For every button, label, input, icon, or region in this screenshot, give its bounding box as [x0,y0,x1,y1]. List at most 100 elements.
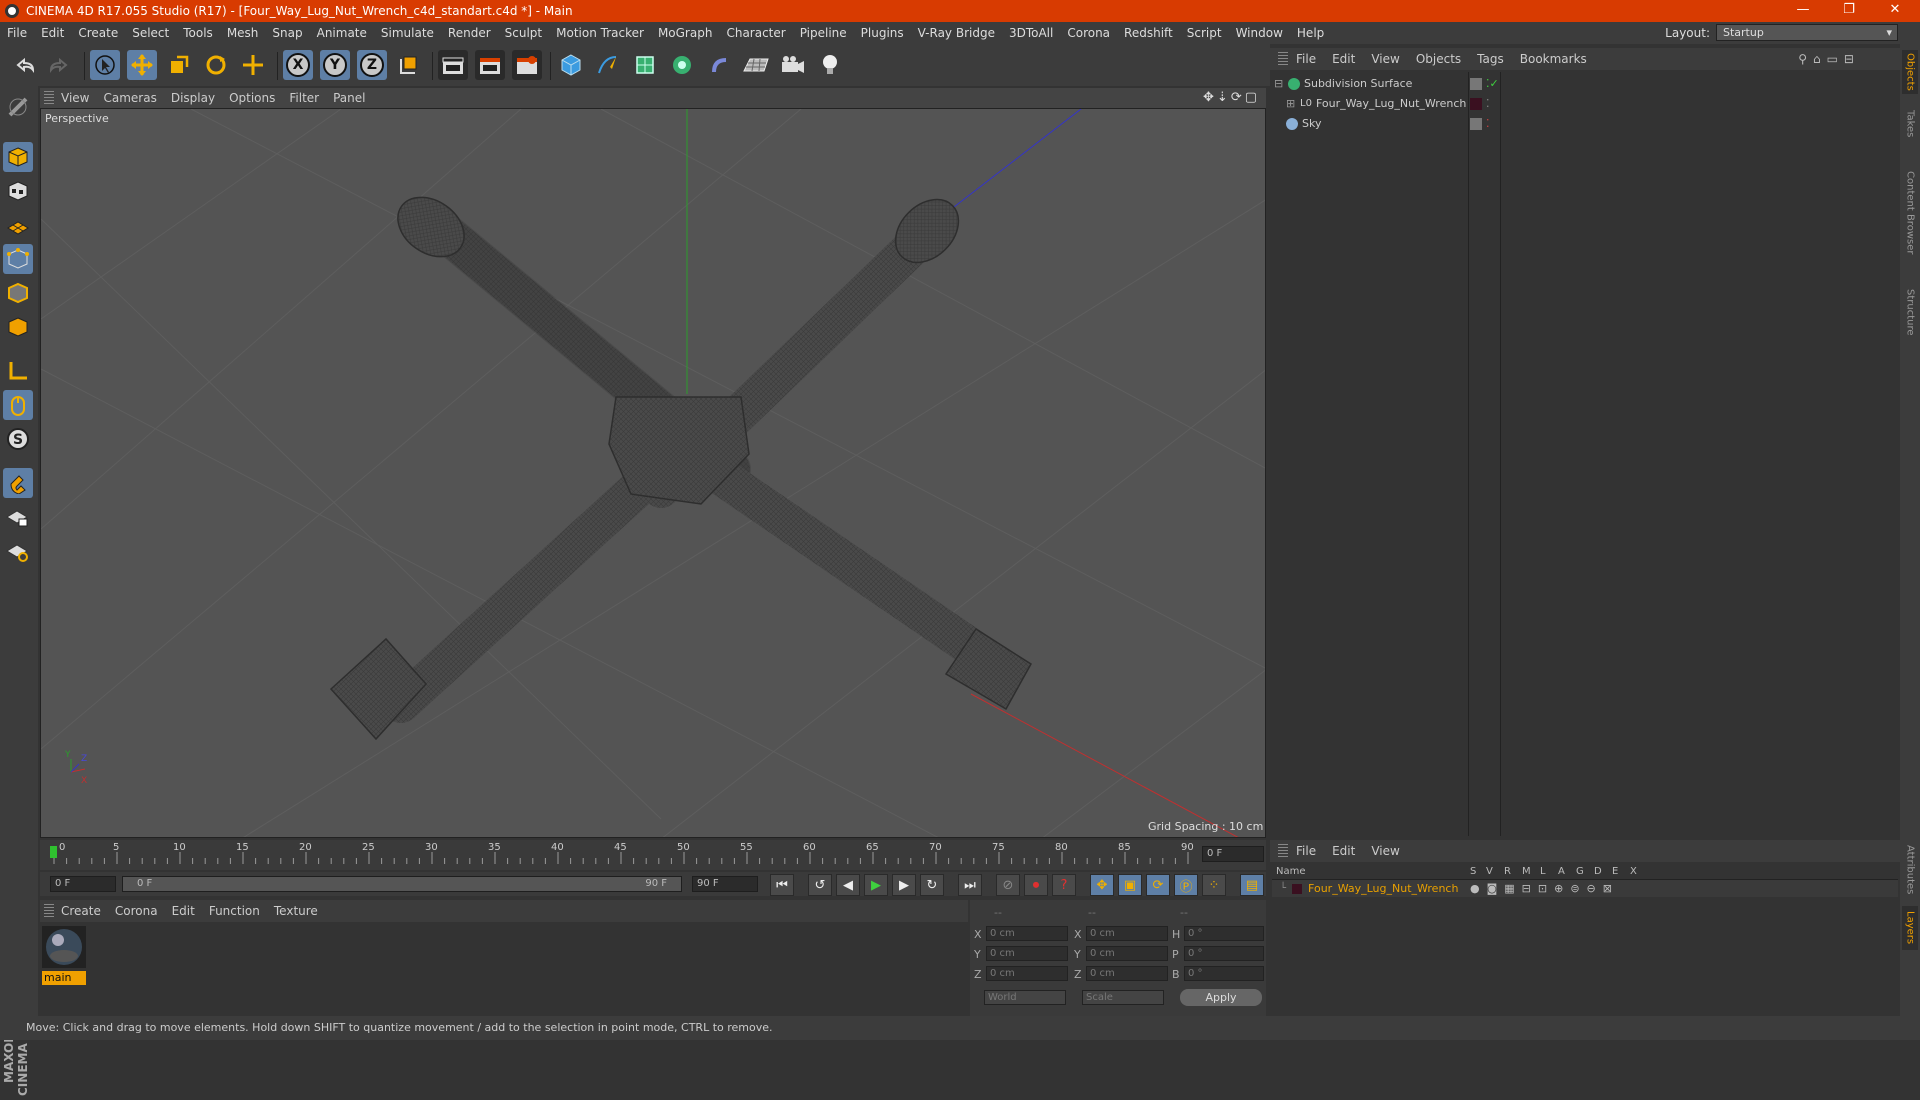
coordinate-mode-select[interactable]: World [984,990,1066,1005]
close-button[interactable]: ✕ [1872,0,1918,22]
render-settings-button[interactable] [512,50,542,80]
menu-vray-bridge[interactable]: V-Ray Bridge [911,26,1002,40]
layers-menu-file[interactable]: File [1288,844,1324,858]
tab-attributes[interactable]: Attributes [1902,840,1918,900]
material-menu-corona[interactable]: Corona [108,904,165,918]
tab-objects[interactable]: Objects [1902,50,1918,94]
panel-grip[interactable] [1278,52,1288,66]
layers-menu-view[interactable]: View [1363,844,1407,858]
panel-grip[interactable] [44,91,54,105]
3d-viewport[interactable]: Y Z X [40,108,1266,838]
scale-tool-button[interactable] [164,50,194,80]
menu-snap[interactable]: Snap [265,26,309,40]
rotate-tool-button[interactable] [201,50,231,80]
menu-character[interactable]: Character [719,26,792,40]
panel-grip[interactable] [1278,844,1288,858]
tab-takes[interactable]: Takes [1902,104,1918,144]
record-rotation-button[interactable]: ⟳ [1146,874,1170,896]
menu-simulate[interactable]: Simulate [374,26,441,40]
autokeying-button[interactable]: ? [1052,874,1076,896]
play-button[interactable]: ▶ [864,874,888,896]
apply-button[interactable]: Apply [1180,989,1262,1006]
add-light-button[interactable] [815,50,845,80]
timeline-playhead[interactable] [50,846,57,858]
timeline-ruler[interactable]: 0 5 10 15 20 25 30 35 40 45 50 55 60 65 … [40,840,1266,870]
objects-menu-edit[interactable]: Edit [1324,52,1363,66]
axis-mode-button[interactable] [3,356,33,386]
layer-tag-icon[interactable] [1470,77,1482,90]
previous-frame-button[interactable]: ◀ [836,874,860,896]
menu-corona[interactable]: Corona [1060,26,1117,40]
objects-menu-bookmarks[interactable]: Bookmarks [1512,52,1595,66]
record-keys-button[interactable]: ⏺ [1024,874,1048,896]
tab-content-browser[interactable]: Content Browser [1902,148,1918,278]
object-row-four-way-lug-nut-wrench[interactable]: ⊞ L0 Four_Way_Lug_Nut_Wrench ⁚ [1272,94,1898,113]
restore-button[interactable]: ❐ [1826,0,1872,22]
start-frame-field[interactable]: 0 F [50,876,116,892]
coordinate-system-button[interactable] [394,50,424,80]
undo-button[interactable] [10,50,40,80]
collapse-icon[interactable]: ⊟ [1274,77,1284,90]
next-frame-button[interactable]: ▶ [892,874,916,896]
layer-color-swatch[interactable] [1292,883,1303,894]
viewport-menu-filter[interactable]: Filter [282,91,326,105]
tweak-mode-button[interactable] [3,390,33,420]
material-menu-create[interactable]: Create [54,904,108,918]
material-swatch-main[interactable]: main [42,926,86,986]
layer-col-s[interactable]: S [1470,866,1476,877]
menu-motion-tracker[interactable]: Motion Tracker [549,26,651,40]
record-parameter-button[interactable]: Ⓟ [1174,874,1198,896]
planar-workplane-button[interactable] [3,536,33,566]
material-menu-edit[interactable]: Edit [165,904,202,918]
layer-col-x[interactable]: X [1630,866,1637,877]
record-scale-button[interactable]: ▣ [1118,874,1142,896]
edges-mode-button[interactable] [3,278,33,308]
viewport-menu-options[interactable]: Options [222,91,282,105]
add-spline-button[interactable] [593,50,623,80]
object-row-subdivision-surface[interactable]: ⊟ Subdivision Surface ⁚✓ [1272,74,1898,93]
model-mode-button[interactable] [3,142,33,172]
objects-menu-view[interactable]: View [1363,52,1407,66]
viewport-menu-display[interactable]: Display [164,91,222,105]
layer-col-a[interactable]: A [1558,866,1565,877]
size-x-field[interactable]: 0 cm [1086,926,1168,941]
rotation-b-field[interactable]: 0 ° [1184,966,1264,981]
render-view-button[interactable] [438,50,468,80]
menu-redshift[interactable]: Redshift [1117,26,1180,40]
objects-menu-file[interactable]: File [1288,52,1324,66]
tab-layers[interactable]: Layers [1902,906,1918,950]
make-editable-button[interactable] [3,92,33,122]
tab-structure[interactable]: Structure [1902,284,1918,340]
live-selection-button[interactable] [90,50,120,80]
layer-col-g[interactable]: G [1576,866,1584,877]
render-to-picture-viewer-button[interactable] [475,50,505,80]
viewport-menu-cameras[interactable]: Cameras [96,91,163,105]
material-menu-function[interactable]: Function [202,904,267,918]
y-axis-lock-button[interactable]: Y [320,50,350,80]
size-z-field[interactable]: 0 cm [1086,966,1168,981]
position-z-field[interactable]: 0 cm [986,966,1068,981]
position-x-field[interactable]: 0 cm [986,926,1068,941]
points-mode-button[interactable] [3,244,33,274]
timeline-window-button[interactable]: ▤ [1240,874,1264,896]
menu-mograph[interactable]: MoGraph [651,26,720,40]
menu-3dtoall[interactable]: 3DToAll [1002,26,1060,40]
panel-grip[interactable] [44,904,54,918]
go-to-start-button[interactable]: ⏮ [770,874,794,896]
frame-range-slider[interactable]: 0 F 90 F [122,876,682,892]
enabled-check-icon[interactable]: ⁚✓ [1486,77,1499,90]
add-floor-button[interactable] [741,50,771,80]
size-y-field[interactable]: 0 cm [1086,946,1168,961]
menu-tools[interactable]: Tools [176,26,220,40]
previous-key-button[interactable]: ↺ [808,874,832,896]
layer-row[interactable]: └ Four_Way_Lug_Nut_Wrench ●◙▦⊟⊡⊕⊜⊖⊠ [1272,880,1898,897]
layer-col-l[interactable]: L [1540,866,1546,877]
add-cube-button[interactable] [556,50,586,80]
layer-col-d[interactable]: D [1594,866,1602,877]
search-home-icons[interactable]: ⚲⌂▭⊟ [1798,52,1860,66]
polygons-mode-button[interactable] [3,312,33,342]
z-axis-lock-button[interactable]: Z [357,50,387,80]
rotation-h-field[interactable]: 0 ° [1184,926,1264,941]
next-key-button[interactable]: ↻ [920,874,944,896]
snap-button[interactable]: S [3,424,33,454]
